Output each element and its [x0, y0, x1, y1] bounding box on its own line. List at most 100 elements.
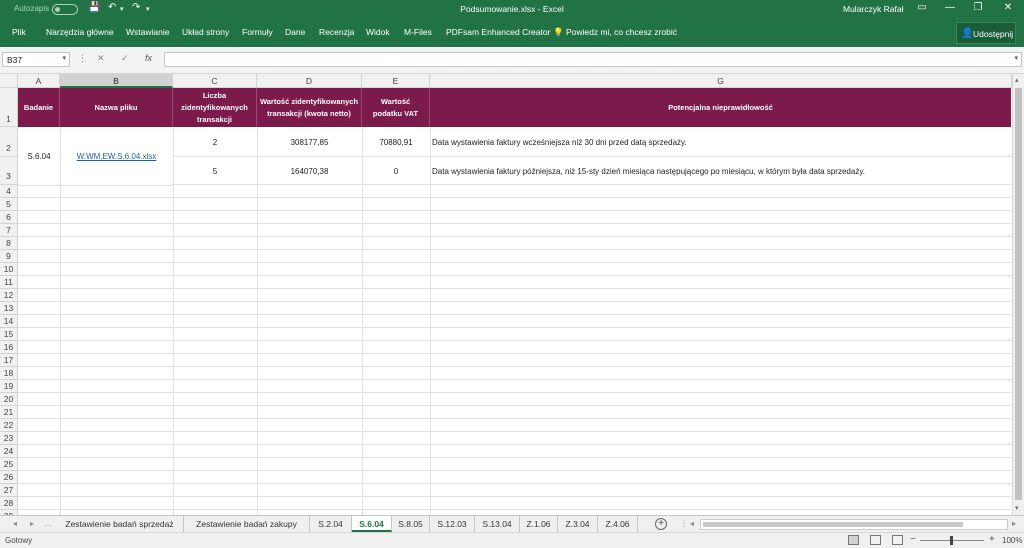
ribbon-display-icon[interactable]: ▭ — [912, 2, 932, 13]
formula-input[interactable]: ▾ — [164, 52, 1022, 67]
name-box[interactable]: B37 ▾ — [2, 52, 70, 67]
vertical-scroll-thumb[interactable] — [1015, 88, 1022, 500]
row-header[interactable]: 15 — [0, 328, 18, 341]
sheet-tab-z-1-06[interactable]: Z.1.06 — [520, 516, 558, 532]
sheet-tab-z-3-04[interactable]: Z.3.04 — [558, 516, 598, 532]
row-header[interactable]: 28 — [0, 497, 18, 510]
column-header-c[interactable]: C — [173, 74, 257, 88]
cell-opis-2[interactable]: Data wystawienia faktury późniejsza, niż… — [432, 157, 1010, 185]
sheet-tab-s-6-04[interactable]: S.6.04 — [352, 516, 392, 532]
cancel-icon[interactable]: ✕ — [97, 53, 105, 64]
enter-icon[interactable]: ✓ — [121, 53, 129, 64]
sheet-tab-s-8-05[interactable]: S.8.05 — [392, 516, 430, 532]
cell-liczba-2[interactable]: 5 — [173, 157, 257, 185]
cell-badanie[interactable]: S.6.04 — [18, 127, 60, 185]
row-header[interactable]: 27 — [0, 484, 18, 497]
tell-me-search[interactable]: 💡 Powiedz mi, co chcesz zrobić — [553, 27, 677, 38]
file-link[interactable]: W.WM.EW.S.6.04.xlsx — [60, 127, 173, 185]
tab-dane[interactable]: Dane — [285, 27, 305, 37]
header-wartosc-vat[interactable]: Wartość podatku VAT — [362, 88, 430, 127]
row-header[interactable]: 4 — [0, 185, 18, 198]
page-break-view-icon[interactable] — [892, 535, 903, 545]
tab-uklad-strony[interactable]: Układ strony — [182, 27, 229, 37]
expand-formula-icon[interactable]: ▾ — [1014, 54, 1018, 62]
row-header[interactable]: 16 — [0, 341, 18, 354]
cell-wartosc-1[interactable]: 308177,85 — [257, 127, 362, 157]
row-header[interactable]: 24 — [0, 445, 18, 458]
row-header[interactable]: 25 — [0, 458, 18, 471]
cell-vat-2[interactable]: 0 — [362, 157, 430, 185]
column-header-a[interactable]: A — [18, 74, 60, 88]
vertical-scrollbar[interactable]: ▴ ▾ — [1012, 74, 1024, 515]
tab-recenzja[interactable]: Recenzja — [319, 27, 354, 37]
minimize-icon[interactable]: — — [940, 2, 960, 13]
tab-m-files[interactable]: M-Files — [404, 27, 432, 37]
row-header[interactable]: 7 — [0, 224, 18, 237]
maximize-icon[interactable]: ❐ — [968, 2, 988, 13]
scroll-right-icon[interactable]: ▸ — [1012, 519, 1016, 528]
column-header-b[interactable]: B — [60, 74, 173, 88]
row-header[interactable]: 5 — [0, 198, 18, 211]
sheet-tab-zestawienie-zakupy[interactable]: Zestawienie badań zakupy — [184, 516, 310, 532]
sheet-tab-z-4-06[interactable]: Z.4.06 — [598, 516, 638, 532]
cell-opis-1[interactable]: Data wystawienia faktury wcześniejsza ni… — [432, 127, 1010, 157]
row-header[interactable]: 17 — [0, 354, 18, 367]
name-box-dropdown-icon[interactable]: ▾ — [62, 54, 66, 62]
column-header-g[interactable]: G — [430, 74, 1012, 88]
cell-wartosc-2[interactable]: 164070,38 — [257, 157, 362, 185]
header-nieprawidlowosc[interactable]: Potencjalna nieprawidłowość — [430, 88, 1011, 127]
row-header[interactable]: 12 — [0, 289, 18, 302]
scroll-up-icon[interactable]: ▴ — [1015, 76, 1019, 84]
horizontal-scroll-thumb[interactable] — [703, 522, 963, 527]
row-header[interactable]: 10 — [0, 263, 18, 276]
row-header[interactable]: 3 — [0, 157, 18, 185]
sheet-tab-s-13-04[interactable]: S.13.04 — [475, 516, 520, 532]
header-wartosc-transakcji[interactable]: Wartość zidentyfikowanych transakcji (kw… — [257, 88, 362, 127]
row-header[interactable]: 20 — [0, 393, 18, 406]
sheet-tab-zestawienie-sprzedaz[interactable]: Zestawienie badań sprzedaż — [56, 516, 184, 532]
scroll-down-icon[interactable]: ▾ — [1015, 504, 1019, 512]
row-header[interactable]: 26 — [0, 471, 18, 484]
tab-plik[interactable]: Plik — [12, 27, 26, 37]
normal-view-icon[interactable] — [848, 535, 859, 545]
sheet-next-icon[interactable]: ▸ — [30, 519, 34, 528]
sheet-more-icon[interactable]: … — [44, 519, 52, 528]
tab-wstawianie[interactable]: Wstawianie — [126, 27, 169, 37]
zoom-out-icon[interactable]: − — [910, 534, 916, 545]
select-all-corner[interactable] — [0, 74, 18, 88]
sheet-tab-s-12-03[interactable]: S.12.03 — [430, 516, 475, 532]
header-badanie[interactable]: Badanie — [18, 88, 60, 127]
column-header-e[interactable]: E — [362, 74, 430, 88]
close-icon[interactable]: ✕ — [998, 2, 1018, 13]
page-layout-view-icon[interactable] — [870, 535, 881, 545]
tab-pdfsam[interactable]: PDFsam Enhanced Creator — [446, 27, 550, 37]
tab-split-icon[interactable]: ⋮ — [680, 519, 688, 528]
cell-liczba-1[interactable]: 2 — [173, 127, 257, 157]
scroll-left-icon[interactable]: ◂ — [690, 519, 694, 528]
row-header[interactable]: 18 — [0, 367, 18, 380]
row-header[interactable]: 22 — [0, 419, 18, 432]
row-header[interactable]: 19 — [0, 380, 18, 393]
row-header[interactable]: 1 — [0, 88, 18, 127]
tab-widok[interactable]: Widok — [366, 27, 390, 37]
row-header[interactable]: 6 — [0, 211, 18, 224]
zoom-level[interactable]: 100% — [1002, 536, 1022, 545]
sheet-prev-icon[interactable]: ◂ — [13, 519, 17, 528]
insert-function-icon[interactable]: fx — [145, 53, 152, 63]
zoom-in-icon[interactable]: + — [989, 534, 995, 545]
row-header[interactable]: 14 — [0, 315, 18, 328]
zoom-slider-knob[interactable] — [950, 536, 953, 545]
horizontal-scrollbar[interactable] — [700, 519, 1008, 530]
row-header[interactable]: 21 — [0, 406, 18, 419]
worksheet-grid[interactable]: A B C D E G Badanie Nazwa pliku Liczba z… — [0, 74, 1012, 515]
row-header[interactable]: 13 — [0, 302, 18, 315]
user-name[interactable]: Mularczyk Rafał — [843, 4, 903, 14]
add-sheet-icon[interactable]: + — [655, 518, 667, 530]
header-nazwa-pliku[interactable]: Nazwa pliku — [60, 88, 173, 127]
header-liczba-transakcji[interactable]: Liczba zidentyfikowanych transakcji — [173, 88, 257, 127]
row-header[interactable]: 9 — [0, 250, 18, 263]
row-header[interactable]: 11 — [0, 276, 18, 289]
cell-vat-1[interactable]: 70880,91 — [362, 127, 430, 157]
tab-narzedzia-glowne[interactable]: Narzędzia główne — [46, 27, 114, 37]
row-header[interactable]: 2 — [0, 127, 18, 157]
